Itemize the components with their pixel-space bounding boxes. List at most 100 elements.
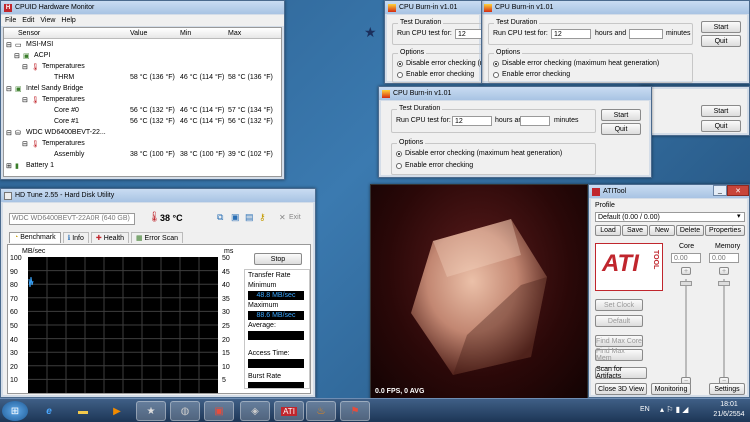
hours-field[interactable]: 12 [551,29,591,39]
core-up-button[interactable]: + [681,267,691,275]
tab-error-scan[interactable]: ▦ Error Scan [130,232,184,243]
start-button[interactable]: Start [701,105,741,117]
options-icon[interactable]: ▤ [245,212,254,223]
ie-taskbar-icon[interactable]: e [34,401,64,421]
quit-button[interactable]: Quit [601,123,641,135]
burnin-taskbar-icon[interactable]: ♨ [306,401,336,421]
copy-icon[interactable]: ⧉ [217,212,223,223]
disable-error-radio[interactable]: Disable error checking (maximum heat gen… [397,60,481,67]
menu-edit[interactable]: Edit [22,17,34,24]
menu-view[interactable]: View [40,17,55,24]
column-min[interactable]: Min [180,30,191,37]
key-icon[interactable]: ⚷ [259,212,266,223]
start-button[interactable]: Start [601,109,641,121]
default-button[interactable]: Default [595,315,643,327]
burnin-titlebar[interactable]: CPU Burn-in v1.01 [481,1,749,14]
tree-row[interactable]: ⊟ ▭ MSI-MSI [4,41,281,51]
column-value[interactable]: Value [130,30,147,37]
minimize-button[interactable]: _ [713,185,727,196]
monitoring-button[interactable]: Monitoring [651,383,691,395]
collapse-icon[interactable]: ⊟ [22,140,28,148]
tree-row[interactable]: ⊟ ▣ Intel Sandy Bridge [4,85,281,95]
burnin-titlebar[interactable]: CPU Burn-in v1.01 [385,1,481,14]
quit-button[interactable]: Quit [701,120,741,132]
memory-up-button[interactable]: + [719,267,729,275]
save-button[interactable]: Save [622,225,648,236]
save-icon[interactable]: ▣ [231,212,240,223]
find-max-core-button[interactable]: Find Max Core [595,335,643,347]
exit-button[interactable]: Exit [289,214,301,221]
collapse-icon[interactable]: ⊟ [22,63,28,71]
tray-icons[interactable]: ▴ ⚐ ▮ ◢ [660,405,688,414]
network-taskbar-icon[interactable]: ◈ [240,401,270,421]
burnin-titlebar[interactable]: CPU Burn-in v1.01 [379,87,651,100]
tab-benchmark[interactable]: ◔ Benchmark [9,232,61,243]
tab-health[interactable]: ✚ Health [90,232,129,243]
disable-error-radio[interactable]: Disable error checking (maximum heat gen… [396,150,562,157]
hours-field[interactable]: 12 [455,29,481,39]
clock-date[interactable]: 21/6/2554 [710,411,748,418]
tree-row[interactable]: Assembly 38 °C (100 °F) 38 °C (100 °F) 39 °… [4,151,281,161]
tree-row[interactable]: ⊟ 🌡 Temperatures [4,63,281,73]
close-button[interactable]: ✕ [727,185,749,196]
collapse-icon[interactable]: ⊟ [6,41,12,49]
tree-row[interactable]: ⊞ ▮ Battery 1 [4,162,281,172]
tree-row[interactable]: ⊟ 🌡 Temperatures [4,140,281,150]
properties-button[interactable]: Properties [705,225,745,236]
collapse-icon[interactable]: ⊟ [6,85,12,93]
cpuid-titlebar[interactable]: H CPUID Hardware Monitor [1,1,284,14]
tab-info[interactable]: ℹ Info [62,232,89,243]
tree-row[interactable]: Core #0 56 °C (132 °F) 46 °C (114 °F) 57 °C… [4,107,281,117]
memory-clock-field[interactable]: 0.00 [709,253,739,263]
atitool-titlebar[interactable]: ATITool _ ✕ [589,185,749,198]
memory-slider-track[interactable] [723,279,725,379]
close-3d-view-button[interactable]: Close 3D View [595,383,647,395]
memory-slider-thumb[interactable] [718,281,730,286]
enable-error-radio[interactable]: Enable error checking [397,71,474,78]
language-indicator[interactable]: EN [640,406,650,413]
expand-icon[interactable]: ⊞ [6,162,12,170]
collapse-icon[interactable]: ⊟ [14,52,20,60]
drive-select[interactable]: WDC WD6400BEVT-22A0R (640 GB) [9,213,135,225]
tree-row[interactable]: Core #1 56 °C (132 °F) 46 °C (114 °F) 56 °C… [4,118,281,128]
scan-artifacts-button[interactable]: Scan for Artifacts [595,366,647,380]
disable-error-radio[interactable]: Disable error checking (maximum heat gen… [493,60,659,67]
core-slider-thumb[interactable] [680,281,692,286]
new-button[interactable]: New [649,225,675,236]
tree-row[interactable]: ⊟ 🌡 Temperatures [4,96,281,106]
core-slider-track[interactable] [685,279,687,379]
minutes-field[interactable] [520,116,550,126]
cpuid-taskbar-icon[interactable]: ★ [136,401,166,421]
hdtune-titlebar[interactable]: HD Tune 2.55 - Hard Disk Utility [1,189,315,202]
enable-error-radio[interactable]: Enable error checking [493,71,570,78]
media-player-taskbar-icon[interactable]: ▶ [102,401,132,421]
enable-error-radio[interactable]: Enable error checking [396,162,473,169]
quit-button[interactable]: Quit [701,35,741,47]
hours-field[interactable]: 12 [452,116,492,126]
tree-row[interactable]: THRM 58 °C (136 °F) 46 °C (114 °F) 58 °C (1… [4,74,281,84]
stop-button[interactable]: Stop [254,253,302,265]
minutes-field[interactable] [629,29,663,39]
collapse-icon[interactable]: ⊟ [22,96,28,104]
find-max-mem-button[interactable]: Find Max Mem [595,348,643,362]
start-button[interactable]: Start [701,21,741,33]
menu-help[interactable]: Help [61,17,75,24]
clock-time[interactable]: 18:01 [712,401,746,408]
tree-row[interactable]: ⊟ ⛁ WDC WD6400BEVT-22... [4,129,281,139]
app-taskbar-icon[interactable]: ▣ [204,401,234,421]
burnin-taskbar-icon-2[interactable]: ⚑ [340,401,370,421]
set-clock-button[interactable]: Set Clock [595,299,643,311]
tree-row[interactable]: ⊟ ▣ ACPI [4,52,281,62]
explorer-taskbar-icon[interactable]: ▬ [68,401,98,421]
load-button[interactable]: Load [595,225,621,236]
delete-button[interactable]: Delete [676,225,704,236]
menu-file[interactable]: File [5,17,16,24]
collapse-icon[interactable]: ⊟ [6,129,12,137]
atitool-taskbar-icon[interactable]: ATI [274,401,304,421]
settings-button[interactable]: Settings [709,383,745,395]
column-sensor[interactable]: Sensor [18,30,40,37]
profile-select[interactable]: Default (0.00 / 0.00) [595,212,745,222]
column-max[interactable]: Max [228,30,241,37]
start-button[interactable]: ⊞ [2,401,28,421]
hdtune-taskbar-icon[interactable]: ◍ [170,401,200,421]
